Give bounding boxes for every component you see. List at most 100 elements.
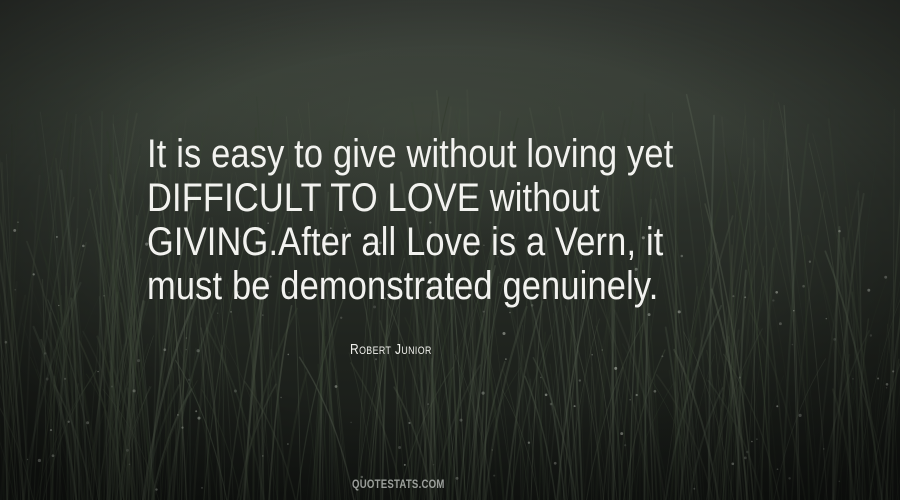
grass-blade bbox=[283, 371, 308, 500]
dew-speck bbox=[852, 377, 854, 380]
dew-speck bbox=[776, 405, 779, 408]
dew-speck bbox=[745, 450, 749, 454]
grass-blade bbox=[571, 329, 575, 500]
dew-speck bbox=[137, 359, 141, 363]
dew-speck bbox=[798, 413, 802, 417]
dew-speck bbox=[778, 322, 782, 326]
dew-speck bbox=[884, 275, 888, 279]
dew-speck bbox=[578, 379, 581, 382]
dew-speck bbox=[693, 487, 696, 490]
dew-speck bbox=[49, 429, 53, 432]
dew-speck bbox=[743, 456, 747, 460]
dew-speck bbox=[13, 228, 17, 232]
dew-speck bbox=[647, 313, 651, 317]
dew-speck bbox=[775, 290, 779, 294]
dew-speck bbox=[455, 476, 459, 480]
dew-speck bbox=[340, 316, 343, 319]
dew-speck bbox=[491, 449, 494, 451]
dew-speck bbox=[869, 334, 873, 337]
dew-speck bbox=[573, 405, 576, 408]
dew-speck bbox=[374, 358, 378, 361]
dew-speck bbox=[37, 458, 41, 463]
grass-blade bbox=[521, 344, 524, 500]
site-watermark: QUOTESTATS.COM bbox=[352, 477, 445, 491]
dew-speck bbox=[408, 421, 411, 425]
dew-speck bbox=[280, 396, 282, 399]
dew-speck bbox=[823, 448, 825, 450]
dew-speck bbox=[539, 376, 542, 379]
dew-speck bbox=[808, 260, 812, 263]
dew-speck bbox=[505, 358, 507, 360]
dew-speck bbox=[885, 383, 889, 386]
dew-speck bbox=[58, 304, 60, 307]
quote-line-1: It is easy to give without loving yet bbox=[147, 132, 674, 176]
dew-speck bbox=[4, 340, 8, 344]
dew-speck bbox=[216, 312, 219, 314]
dew-speck bbox=[185, 348, 188, 351]
dew-speck bbox=[731, 462, 735, 466]
dew-speck bbox=[802, 284, 805, 288]
grass-blade bbox=[526, 378, 532, 500]
dew-speck bbox=[838, 229, 841, 233]
dew-speck bbox=[825, 317, 828, 320]
dew-speck bbox=[791, 343, 794, 346]
dew-speck bbox=[261, 314, 264, 316]
dew-speck bbox=[892, 370, 895, 373]
dew-speck bbox=[833, 338, 837, 341]
dew-speck bbox=[838, 480, 841, 483]
dew-speck bbox=[262, 455, 264, 457]
dew-speck bbox=[509, 311, 511, 314]
dew-speck bbox=[549, 402, 553, 406]
dew-speck bbox=[110, 385, 113, 388]
dew-speck bbox=[738, 376, 741, 379]
dew-speck bbox=[55, 235, 58, 238]
dew-speck bbox=[195, 410, 198, 413]
dew-speck bbox=[67, 420, 70, 423]
dew-speck bbox=[732, 295, 735, 298]
dew-speck bbox=[544, 393, 548, 397]
dew-speck bbox=[126, 448, 129, 452]
dew-speck bbox=[756, 438, 758, 440]
dew-speck bbox=[493, 474, 496, 477]
dew-speck bbox=[629, 398, 631, 401]
dew-speck bbox=[751, 440, 753, 443]
dew-speck bbox=[86, 421, 90, 425]
quote-text: It is easy to give without loving yet DI… bbox=[147, 132, 715, 308]
dew-speck bbox=[44, 352, 47, 355]
dew-speck bbox=[677, 310, 681, 314]
dew-speck bbox=[527, 441, 531, 444]
dew-speck bbox=[867, 288, 871, 292]
quote-line-2: DIFFICULT TO LOVE without bbox=[147, 176, 600, 220]
dew-speck bbox=[82, 244, 85, 248]
dew-speck bbox=[481, 391, 485, 395]
dew-speck bbox=[877, 377, 880, 380]
dew-speck bbox=[197, 416, 201, 420]
dew-speck bbox=[155, 488, 158, 491]
dew-speck bbox=[287, 353, 290, 356]
dew-speck bbox=[132, 389, 136, 393]
dew-speck bbox=[14, 288, 17, 291]
dew-speck bbox=[591, 353, 593, 356]
quote-line-3: GIVING.After all Love is a Vern, it bbox=[147, 220, 664, 264]
dew-speck bbox=[45, 377, 49, 381]
dew-speck bbox=[653, 389, 657, 393]
dew-speck bbox=[97, 370, 99, 373]
dew-speck bbox=[553, 461, 557, 465]
dew-speck bbox=[459, 418, 463, 422]
dew-speck bbox=[427, 403, 430, 406]
dew-speck bbox=[772, 299, 775, 302]
dew-speck bbox=[181, 426, 184, 429]
dew-speck bbox=[398, 446, 402, 449]
dew-speck bbox=[233, 389, 237, 393]
dew-speck bbox=[334, 385, 338, 388]
dew-speck bbox=[32, 273, 35, 276]
dew-speck bbox=[128, 463, 131, 466]
dew-speck bbox=[185, 337, 188, 339]
quote-image: It is easy to give without loving yet DI… bbox=[0, 0, 900, 500]
dew-speck bbox=[403, 463, 406, 466]
dew-speck bbox=[163, 348, 167, 352]
dew-speck bbox=[502, 331, 506, 336]
dew-speck bbox=[620, 432, 624, 436]
quote-line-4: must be demonstrated genuinely. bbox=[147, 264, 659, 308]
dew-speck bbox=[177, 414, 179, 416]
